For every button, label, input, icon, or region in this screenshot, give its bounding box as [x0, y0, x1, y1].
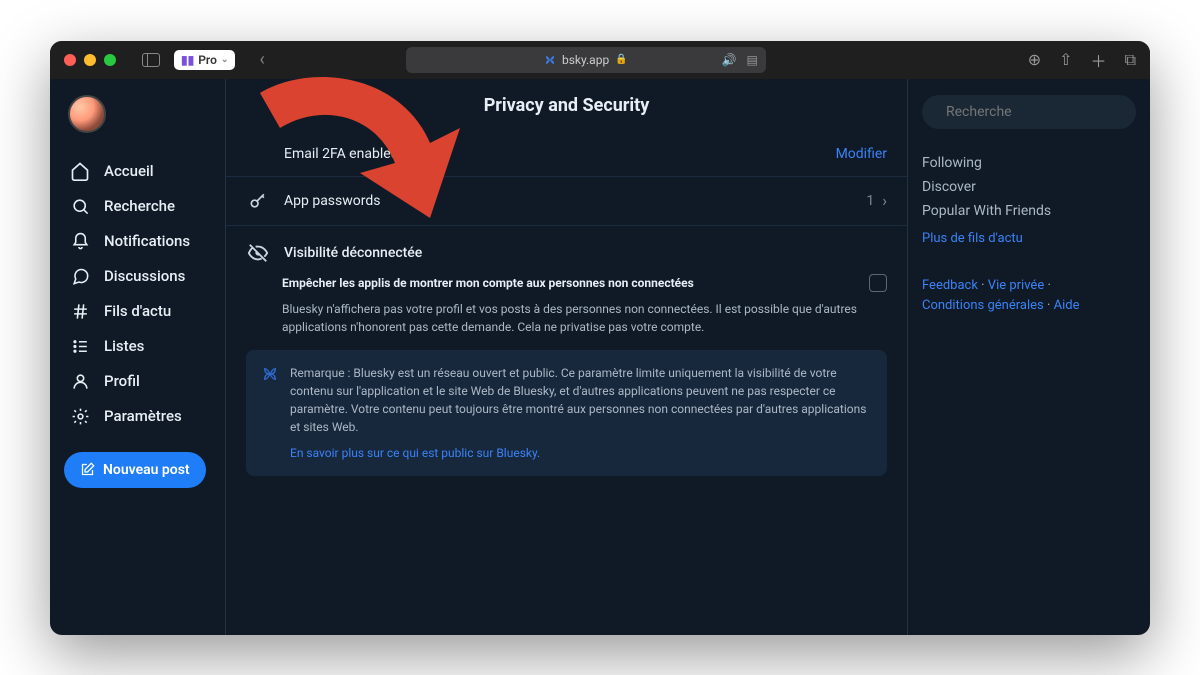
download-icon[interactable]: ⊕ [1028, 50, 1041, 69]
terms-link[interactable]: Conditions générales [922, 298, 1044, 313]
more-feeds-link[interactable]: Plus de fils d'actu [922, 231, 1136, 246]
key-icon [246, 191, 270, 211]
back-button[interactable]: ‹ [249, 49, 274, 70]
hash-icon [70, 302, 90, 321]
bell-icon [70, 232, 90, 251]
traffic-lights [64, 54, 116, 66]
note-text: Remarque : Bluesky est un réseau ouvert … [290, 366, 866, 434]
pro-badge[interactable]: ▮▮ Pro ⌄ [174, 50, 235, 70]
browser-window: ▮▮ Pro ⌄ ‹ bsky.app 🔒 🔊 ▤ ⊕ ⇧ ＋ ⧉ [50, 41, 1150, 635]
feedback-link[interactable]: Feedback [922, 278, 978, 293]
pro-label: Pro [198, 53, 217, 67]
setting-app-passwords[interactable]: App passwords 1 › [226, 177, 907, 226]
info-icon [262, 366, 278, 462]
toggle-label: Empêcher les applis de montrer mon compt… [282, 276, 857, 290]
left-sidebar: Accueil Recherche Notifications Discussi… [50, 79, 225, 635]
avatar[interactable] [68, 95, 106, 133]
lock-icon: 🔒 [615, 54, 627, 65]
sidebar-item-label: Listes [104, 337, 144, 355]
sidebar-item-label: Recherche [104, 197, 175, 215]
feed-popular[interactable]: Popular With Friends [922, 199, 1136, 223]
sidebar-item-notifications[interactable]: Notifications [64, 224, 217, 259]
count-badge: 1 [866, 193, 874, 209]
titlebar: ▮▮ Pro ⌄ ‹ bsky.app 🔒 🔊 ▤ ⊕ ⇧ ＋ ⧉ [50, 41, 1150, 79]
sidebar-item-label: Accueil [104, 162, 154, 180]
help-link[interactable]: Aide [1054, 298, 1080, 313]
sidebar-item-lists[interactable]: Listes [64, 329, 217, 364]
search-box[interactable] [922, 95, 1136, 129]
sidebar-item-search[interactable]: Recherche [64, 189, 217, 224]
privacy-link[interactable]: Vie privée [988, 278, 1044, 293]
tabs-icon[interactable]: ⧉ [1125, 50, 1136, 70]
eye-off-icon [246, 242, 270, 264]
right-sidebar: Following Discover Popular With Friends … [908, 79, 1150, 635]
share-icon[interactable]: ⇧ [1059, 50, 1072, 69]
sidebar-item-label: Discussions [104, 267, 185, 285]
bluesky-logo-icon [544, 54, 556, 66]
note-box: Remarque : Bluesky est un réseau ouvert … [246, 350, 887, 476]
main-panel: Privacy and Security Email 2FA enabled M… [225, 79, 908, 635]
chevron-right-icon: › [882, 191, 887, 210]
visibility-checkbox[interactable] [869, 274, 887, 292]
search-input[interactable] [946, 104, 1124, 120]
close-window-button[interactable] [64, 54, 76, 66]
sidebar-item-home[interactable]: Accueil [64, 153, 217, 189]
sidebar-item-label: Profil [104, 372, 140, 390]
sidebar-item-discussions[interactable]: Discussions [64, 259, 217, 294]
visibility-section: Visibilité déconnectée Empêcher les appl… [226, 226, 907, 492]
compose-icon [80, 462, 95, 477]
gear-icon [70, 407, 90, 426]
new-post-label: Nouveau post [103, 462, 190, 478]
visibility-description: Bluesky n'affichera pas votre profil et … [246, 300, 887, 336]
sidebar-item-label: Notifications [104, 232, 190, 250]
new-tab-icon[interactable]: ＋ [1091, 48, 1107, 72]
new-post-button[interactable]: Nouveau post [64, 452, 206, 488]
url-bar[interactable]: bsky.app 🔒 🔊 ▤ [406, 47, 766, 73]
search-icon [70, 197, 90, 216]
visibility-title: Visibilité déconnectée [284, 245, 422, 261]
audio-icon[interactable]: 🔊 [722, 53, 737, 67]
reader-icon[interactable]: ▤ [746, 53, 757, 67]
feed-discover[interactable]: Discover [922, 175, 1136, 199]
feed-following[interactable]: Following [922, 151, 1136, 175]
sidebar-item-feeds[interactable]: Fils d'actu [64, 294, 217, 329]
modify-link[interactable]: Modifier [836, 146, 887, 162]
sidebar-item-profile[interactable]: Profil [64, 364, 217, 399]
home-icon [70, 161, 90, 181]
sidebar-item-settings[interactable]: Paramètres [64, 399, 217, 434]
chat-icon [70, 267, 90, 286]
maximize-window-button[interactable] [104, 54, 116, 66]
setting-label: Email 2FA enabled [284, 146, 836, 162]
url-text: bsky.app [562, 53, 609, 67]
minimize-window-button[interactable] [84, 54, 96, 66]
setting-label: App passwords [284, 193, 866, 209]
list-icon [70, 337, 90, 356]
learn-more-link[interactable]: En savoir plus sur ce qui est public sur… [290, 444, 871, 462]
setting-email-2fa[interactable]: Email 2FA enabled Modifier [226, 132, 907, 177]
sidebar-toggle-icon[interactable] [142, 53, 160, 67]
page-title: Privacy and Security [226, 79, 907, 132]
footer-links: Feedback · Vie privée · Conditions génér… [922, 276, 1136, 318]
sidebar-item-label: Paramètres [104, 407, 182, 425]
sidebar-item-label: Fils d'actu [104, 302, 171, 320]
profile-icon [70, 372, 90, 391]
